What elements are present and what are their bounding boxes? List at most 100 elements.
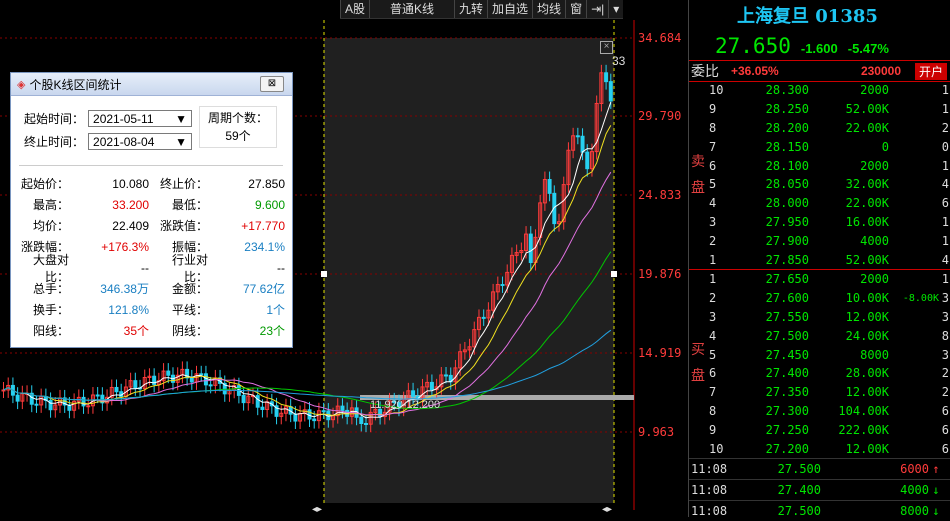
close-icon[interactable]: × — [600, 41, 613, 54]
level: 2 — [709, 233, 717, 248]
order-ratio-value: +36.05% — [731, 64, 779, 78]
order-volume: 0 — [881, 139, 889, 154]
candle-body — [575, 135, 580, 138]
add-watchlist-button[interactable]: 加自选 — [487, 0, 532, 18]
trade-ticker: 11:08 27.500 6000 ↑ 11:08 27.400 4000 ↓ 11:08 27.… — [689, 458, 950, 521]
candle-body — [241, 394, 246, 404]
candle-body — [411, 390, 416, 397]
open-account-button[interactable]: 开户 — [915, 62, 948, 80]
candle-body — [48, 399, 53, 411]
stat-value: 27.850 — [248, 176, 285, 191]
order-price: 27.850 — [765, 252, 809, 267]
ask-row[interactable]: 1 27.850 52.00K 4 — [689, 250, 950, 269]
bid-row[interactable]: 3 27.550 12.00K 3 — [689, 308, 950, 327]
bid-book: 1 27.650 2000 1 2 27.600 10.00K -8.00K 3 3 27.550 1… — [689, 270, 950, 459]
trade-row: 11:08 27.500 6000 ↑ — [689, 458, 950, 479]
order-count: 3 — [941, 309, 949, 324]
ask-row[interactable]: 10 28.300 2000 1 — [689, 81, 950, 100]
bid-row[interactable]: 6 27.400 28.00K 2 — [689, 364, 950, 383]
stats-row: 均价： 22.409 涨跌值： +17.770 — [19, 215, 285, 236]
ask-row[interactable]: 3 27.950 16.00K 1 — [689, 213, 950, 232]
end-date-picker[interactable]: 2021-08-04 ▼ — [88, 133, 193, 150]
bid-row[interactable]: 8 27.300 104.00K 6 — [689, 402, 950, 421]
bid-row[interactable]: 2 27.600 10.00K -8.00K 3 — [689, 289, 950, 308]
pin-icon[interactable]: ⇥| — [586, 0, 608, 18]
candle-body — [1, 389, 6, 392]
interval-stats-dialog[interactable]: ◈ 个股K线区间统计 ⊠ 起始时间： 2021-05-11 ▼ 终止时间： 20… — [10, 72, 293, 348]
candle-body — [81, 396, 86, 407]
stat-label: 平线： — [171, 303, 208, 317]
order-price: 27.600 — [765, 291, 809, 306]
order-price: 27.200 — [765, 441, 809, 456]
order-price: 27.650 — [765, 272, 809, 287]
order-volume: 2000 — [860, 83, 889, 98]
ask-row[interactable]: 2 27.900 4000 1 — [689, 231, 950, 250]
candle-body — [114, 386, 119, 393]
order-volume: 12.00K — [845, 441, 889, 456]
dialog-title-bar[interactable]: ◈ 个股K线区间统计 ⊠ — [11, 73, 292, 96]
stat-label: 终止价： — [159, 177, 208, 191]
end-time-row: 终止时间： 2021-08-04 ▼ — [24, 133, 193, 150]
arrow-down-icon: ↓ — [932, 483, 940, 497]
order-volume: 22.00K — [845, 120, 889, 135]
order-price: 28.150 — [765, 139, 809, 154]
end-date-value: 2021-08-04 — [93, 134, 155, 149]
ask-row[interactable]: 8 28.200 22.00K 2 — [689, 119, 950, 138]
bid-row[interactable]: 10 27.200 12.00K 6 — [689, 439, 950, 458]
ask-row[interactable]: 5 28.050 32.00K 4 — [689, 175, 950, 194]
candle-body — [363, 423, 368, 426]
trade-price: 27.500 — [777, 504, 821, 518]
order-count: 4 — [941, 252, 949, 267]
high-marker: 33 — [612, 54, 626, 68]
order-price: 27.900 — [765, 233, 809, 248]
bid-row[interactable]: 1 27.650 2000 1 — [689, 270, 950, 289]
chevron-down-icon[interactable]: ▾ — [608, 0, 623, 18]
candle-body — [34, 403, 39, 406]
bid-row[interactable]: 7 27.350 12.00K 2 — [689, 383, 950, 402]
stat-value: 77.62亿 — [242, 282, 285, 296]
order-volume: 24.00K — [845, 328, 889, 343]
order-volume: 8000 — [860, 347, 889, 362]
start-date-picker[interactable]: 2021-05-11 ▼ — [88, 110, 193, 127]
order-count: 1 — [941, 233, 949, 248]
order-volume: 22.00K — [845, 196, 889, 211]
end-time-label: 终止时间： — [24, 135, 85, 149]
order-volume: 2000 — [860, 158, 889, 173]
stat-value: -- — [277, 260, 285, 275]
level: 2 — [709, 291, 717, 306]
trade-price: 27.500 — [777, 462, 821, 476]
last-price: 27.650 — [715, 34, 791, 58]
trade-row: 11:08 27.500 8000 ↓ — [689, 500, 950, 521]
order-price: 28.250 — [765, 102, 809, 117]
order-volume: 4000 — [860, 233, 889, 248]
stat-value: +176.3% — [101, 239, 149, 254]
order-count: 1 — [941, 83, 949, 98]
chart-type-button[interactable]: 普通K线 — [369, 0, 454, 18]
bid-row[interactable]: 9 27.250 222.00K 6 — [689, 420, 950, 439]
candle-body — [15, 394, 20, 402]
ask-row[interactable]: 7 28.150 0 0 — [689, 137, 950, 156]
kline-chart-area[interactable]: ◂▸ ◂▸ A股 普通K线 九转 加自选 均线 窗 ⇥| ▾ 34.684 29.… — [0, 0, 688, 517]
ask-row[interactable]: 4 28.000 22.00K 6 — [689, 194, 950, 213]
order-price: 27.450 — [765, 347, 809, 362]
y-axis-label: 34.684 — [638, 31, 682, 45]
bid-row[interactable]: 4 27.500 24.00K 8 — [689, 326, 950, 345]
stat-value: 23个 — [259, 324, 285, 338]
close-button[interactable]: ⊠ — [260, 76, 284, 92]
y-axis-label: 29.790 — [638, 109, 682, 123]
ask-row[interactable]: 6 28.100 2000 1 — [689, 156, 950, 175]
price-change: -1.600 — [800, 41, 838, 56]
drag-handle: ◂▸ — [312, 504, 322, 515]
bid-row[interactable]: 5 27.450 8000 3 — [689, 345, 950, 364]
ask-row[interactable]: 9 28.250 52.00K 1 — [689, 100, 950, 119]
stat-value: -- — [141, 260, 149, 275]
trade-volume: 8000 — [900, 504, 929, 518]
resize-handle — [611, 271, 617, 277]
order-count: 1 — [941, 158, 949, 173]
jiuzhuan-button[interactable]: 九转 — [454, 0, 487, 18]
stats-table: 起始价： 10.080 终止价： 27.850 最高： 33.200 最低： 9.600 均价：… — [19, 173, 285, 341]
moving-average-button[interactable]: 均线 — [532, 0, 565, 18]
window-button[interactable]: 窗 — [565, 0, 586, 18]
start-time-row: 起始时间： 2021-05-11 ▼ — [24, 110, 193, 127]
market-button[interactable]: A股 — [340, 0, 369, 18]
